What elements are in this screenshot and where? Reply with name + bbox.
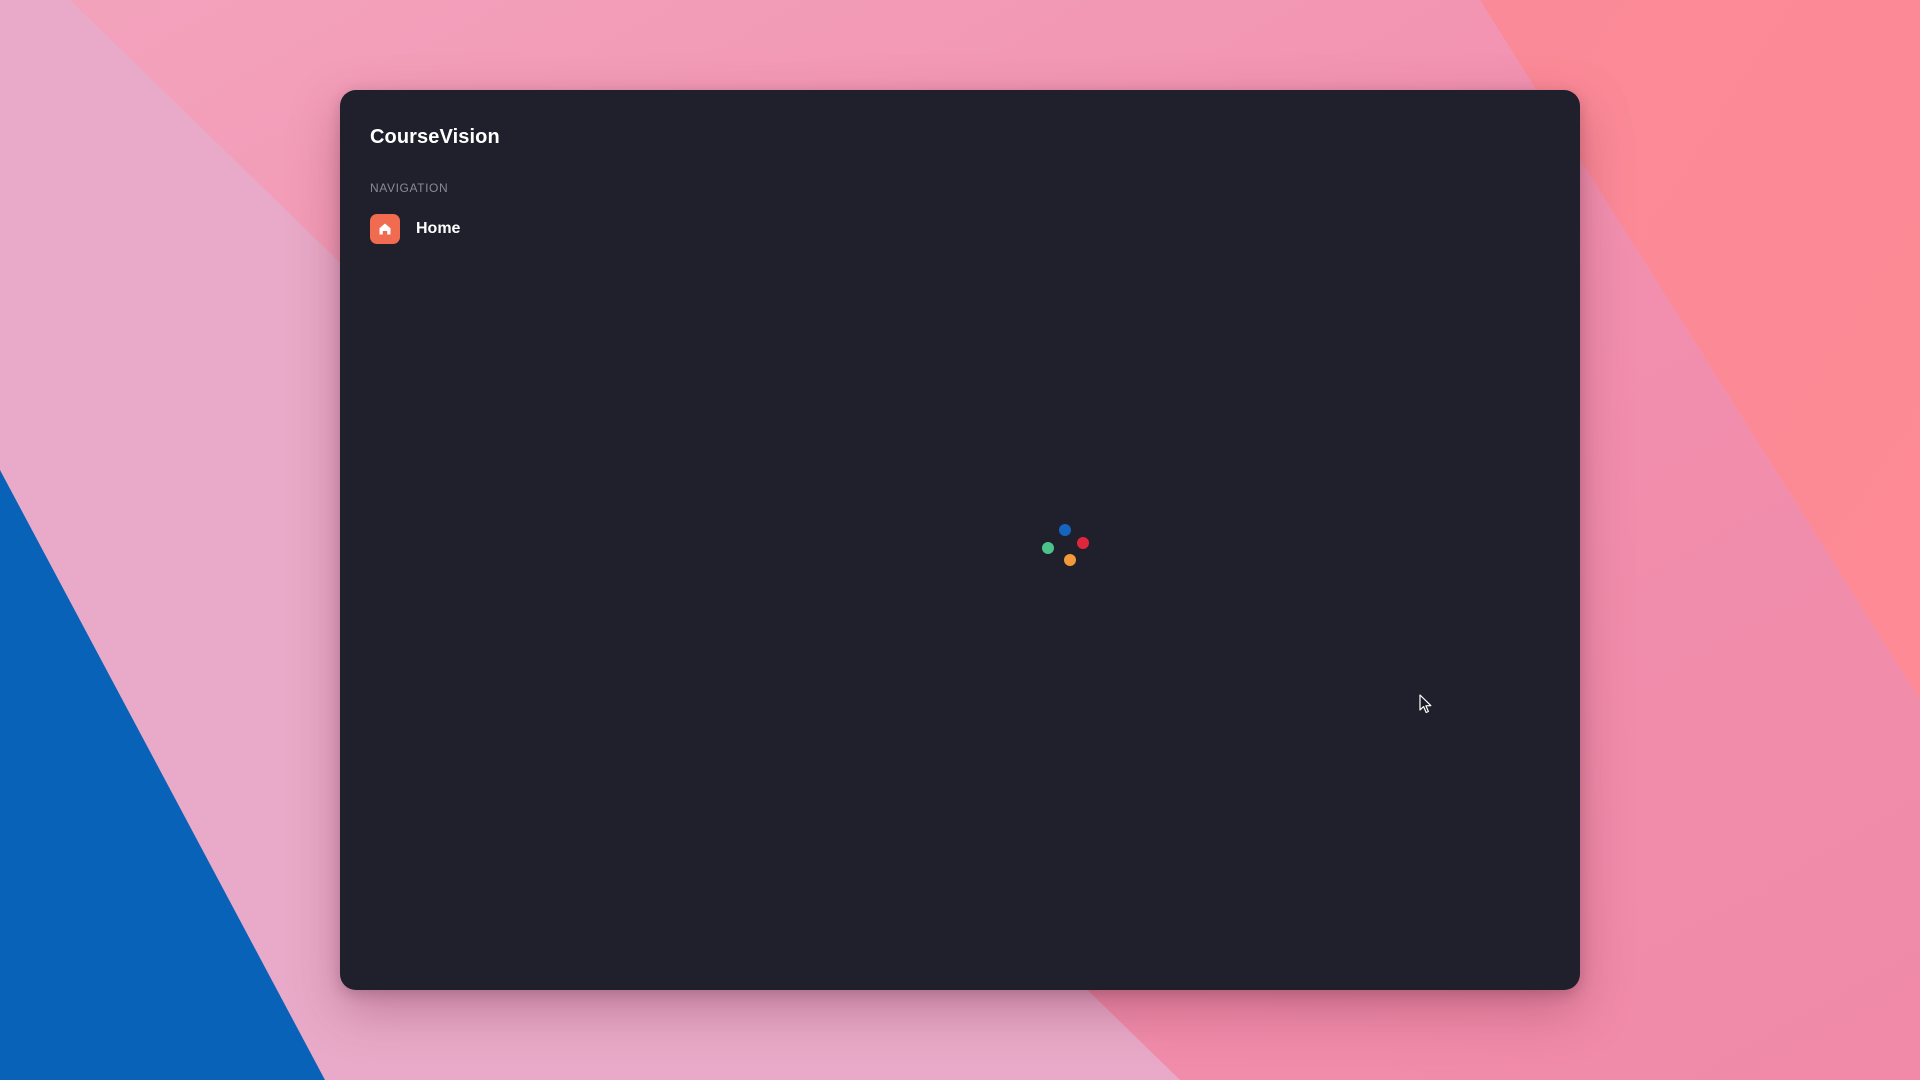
spinner-dot (1059, 524, 1071, 536)
sidebar-item-home[interactable]: Home (370, 214, 670, 244)
loading-spinner (1040, 524, 1090, 574)
sidebar-item-label: Home (416, 220, 461, 237)
app-title: CourseVision (370, 126, 500, 148)
mouse-cursor-icon (1419, 694, 1432, 714)
nav-heading: NAVIGATION (370, 181, 449, 195)
spinner-dot (1077, 537, 1089, 549)
app-window: CourseVision NAVIGATION Home (340, 90, 1580, 990)
spinner-dot (1064, 554, 1076, 566)
home-icon (370, 214, 400, 244)
sidebar: CourseVision NAVIGATION Home (370, 124, 670, 244)
spinner-dot (1042, 542, 1054, 554)
